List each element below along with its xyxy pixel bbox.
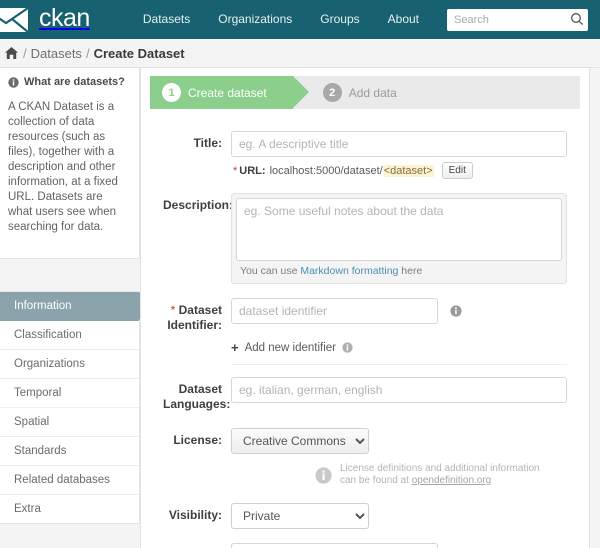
- info-icon: [315, 466, 332, 484]
- sidebar-stage-nav: Information Classification Organizations…: [0, 291, 152, 524]
- sidebar-item-spatial[interactable]: Spatial: [0, 408, 139, 437]
- license-select[interactable]: Creative Commons Attribut...: [231, 428, 369, 454]
- main-panel: 1 Create dataset 2 Add data Title: * URL…: [140, 68, 590, 548]
- sidebar-item-label: Information: [14, 300, 72, 312]
- field-row-languages: Dataset Languages:: [163, 377, 567, 412]
- search-input[interactable]: [447, 8, 588, 31]
- languages-label: Dataset Languages:: [163, 377, 231, 412]
- breadcrumb: / Datasets / Create Dataset: [0, 39, 600, 68]
- primary-nav: Datasets Organizations Groups About: [129, 0, 590, 39]
- sidebar-item-label: Related databases: [14, 474, 110, 486]
- help-module: What are datasets? A CKAN Dataset is a c…: [0, 68, 140, 259]
- plus-icon: +: [231, 340, 239, 355]
- markdown-help-prefix: You can use: [240, 265, 301, 277]
- wizard-step-number: 1: [162, 83, 181, 102]
- version-input[interactable]: [231, 543, 438, 548]
- wizard-step-label: Add data: [348, 85, 397, 100]
- add-identifier-row: + Add new identifier: [231, 340, 567, 365]
- languages-label-line2: Languages:: [163, 397, 231, 411]
- url-base: localhost:5000/dataset/: [269, 164, 383, 177]
- help-heading: What are datasets?: [8, 76, 129, 88]
- identifier-required-mark: *: [170, 303, 176, 317]
- languages-label-line1: Dataset: [178, 382, 222, 396]
- breadcrumb-item-datasets[interactable]: Datasets: [31, 46, 82, 61]
- info-icon[interactable]: [342, 342, 353, 353]
- visibility-label: Visibility:: [168, 508, 222, 522]
- url-slug: <dataset>: [382, 164, 434, 177]
- description-textarea[interactable]: [236, 198, 562, 261]
- nav-groups[interactable]: Groups: [306, 0, 373, 39]
- field-row-visibility: Visibility: Private Public: [163, 503, 567, 529]
- url-required-mark: *: [233, 164, 238, 177]
- brand-name: ckan: [39, 4, 90, 32]
- markdown-help: You can use Markdown formatting here: [236, 261, 562, 283]
- sidebar-item-information[interactable]: Information: [0, 292, 152, 321]
- url-edit-button[interactable]: Edit: [441, 162, 473, 179]
- wizard-steps: 1 Create dataset 2 Add data: [150, 76, 580, 109]
- site-header: ckan Datasets Organizations Groups About: [0, 0, 600, 39]
- field-row-version: Version:: [163, 543, 567, 548]
- url-preview: * URL: localhost:5000/dataset/ <dataset>…: [231, 162, 567, 179]
- home-icon[interactable]: [4, 46, 19, 60]
- title-input[interactable]: [231, 131, 567, 157]
- sidebar-item-related-databases[interactable]: Related databases: [0, 466, 139, 495]
- help-heading-text: What are datasets?: [24, 76, 125, 88]
- sidebar-item-label: Organizations: [14, 358, 85, 370]
- field-row-title: Title: * URL: localhost:5000/dataset/ <d…: [163, 131, 567, 179]
- info-icon: [8, 76, 19, 88]
- wizard-step-number: 2: [322, 83, 342, 102]
- sidebar-item-organizations[interactable]: Organizations: [0, 350, 139, 379]
- description-label: Description:: [163, 198, 234, 212]
- breadcrumb-separator-2: /: [85, 45, 90, 61]
- sidebar-item-extra[interactable]: Extra: [0, 495, 139, 523]
- nav-organizations[interactable]: Organizations: [204, 0, 306, 39]
- envelope-icon: [0, 6, 32, 33]
- help-body-text: A CKAN Dataset is a collection of data r…: [8, 100, 118, 233]
- identifier-label-line1: Dataset: [178, 303, 222, 317]
- identifier-label: * Dataset Identifier:: [163, 298, 231, 333]
- description-editor: You can use Markdown formatting here: [231, 193, 567, 284]
- url-label: URL:: [239, 164, 266, 177]
- license-note-line2-prefix: can be found at: [340, 475, 412, 486]
- opendefinition-link[interactable]: opendefinition.org: [412, 475, 492, 486]
- sidebar-item-temporal[interactable]: Temporal: [0, 379, 139, 408]
- wizard-step-add-data[interactable]: 2 Add data: [293, 76, 411, 109]
- identifier-input[interactable]: [231, 298, 438, 324]
- languages-input[interactable]: [231, 377, 567, 403]
- markdown-help-link[interactable]: Markdown formatting: [300, 265, 398, 277]
- sidebar-item-label: Standards: [14, 445, 67, 457]
- visibility-select[interactable]: Private Public: [231, 503, 369, 529]
- wizard-step-label: Create dataset: [188, 85, 267, 100]
- license-label: License:: [173, 433, 222, 447]
- license-note-line1: License definitions and additional infor…: [340, 463, 540, 474]
- nav-datasets[interactable]: Datasets: [129, 0, 204, 39]
- title-label: Title:: [193, 136, 222, 150]
- site-logo[interactable]: ckan: [0, 6, 90, 33]
- sidebar-item-label: Temporal: [14, 387, 62, 399]
- wizard-step-create-dataset[interactable]: 1 Create dataset: [150, 76, 309, 109]
- nav-about[interactable]: About: [374, 0, 433, 39]
- breadcrumb-item-create-dataset: Create Dataset: [93, 45, 185, 61]
- breadcrumb-separator-1: /: [23, 45, 27, 61]
- sidebar-item-classification[interactable]: Classification: [0, 321, 139, 350]
- sidebar-item-standards[interactable]: Standards: [0, 437, 139, 466]
- field-row-description: Description: You can use Markdown format…: [163, 193, 567, 284]
- info-icon[interactable]: [450, 305, 462, 317]
- sidebar: What are datasets? A CKAN Dataset is a c…: [0, 68, 152, 524]
- site-search: [447, 8, 588, 31]
- dataset-form: Title: * URL: localhost:5000/dataset/ <d…: [141, 109, 589, 548]
- sidebar-item-label: Extra: [14, 503, 41, 515]
- license-note: License definitions and additional infor…: [315, 463, 567, 487]
- version-label: Version:: [163, 543, 231, 548]
- add-new-identifier-link[interactable]: Add new identifier: [245, 342, 336, 354]
- field-row-license: License: Creative Commons Attribut...: [163, 428, 567, 454]
- sidebar-item-label: Classification: [14, 329, 82, 341]
- page-body: What are datasets? A CKAN Dataset is a c…: [0, 68, 600, 548]
- markdown-help-suffix: here: [398, 265, 423, 277]
- identifier-label-line2: Identifier:: [167, 318, 222, 332]
- search-icon[interactable]: [569, 12, 585, 28]
- sidebar-item-label: Spatial: [14, 416, 50, 428]
- field-row-identifier: * Dataset Identifier: dataset identifier…: [163, 298, 567, 365]
- license-note-text: License definitions and additional infor…: [340, 463, 540, 487]
